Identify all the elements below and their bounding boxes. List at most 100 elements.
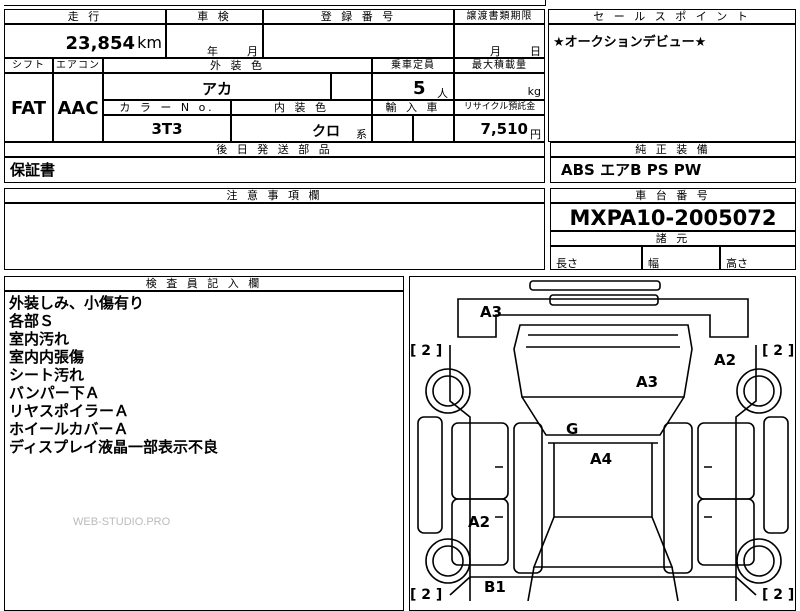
interior-color-suffix: 系	[356, 128, 367, 141]
equipment-cell: ABS エアB PS PW	[550, 157, 796, 183]
shaken-month-unit: 月	[247, 45, 258, 58]
mark-roof: A4	[590, 450, 612, 468]
inspector-line: ディスプレイ液晶一部表示不良	[9, 438, 218, 456]
inspector-line: リヤスポイラーＡ	[9, 402, 130, 420]
color-no-cell: 3T3	[103, 115, 231, 142]
bracket-rear-right: [ 2 ]	[762, 587, 794, 601]
exterior-color-value: アカ	[201, 80, 232, 98]
shaken-label: 車 検	[166, 9, 263, 24]
shift-label: シフト	[4, 58, 53, 73]
rear-glass-outline	[532, 516, 674, 568]
mileage-label: 走 行	[4, 9, 166, 24]
front-grille-bar	[529, 280, 661, 291]
chassis-value: MXPA10-2005072	[569, 206, 777, 230]
caution-box	[4, 203, 545, 270]
right-side-sill	[763, 416, 789, 534]
rear-bumper-outline	[469, 576, 737, 601]
color-no-label: カ ラ ー N o.	[103, 100, 231, 115]
mark-windshield: G	[566, 420, 578, 438]
inspector-line: ホイールカバーＡ	[9, 420, 129, 438]
mark-right-front-fender: A2	[714, 351, 736, 369]
sales-point-label: セ ー ル ス ポ イ ン ト	[548, 9, 796, 24]
sales-point-box: ★オークションデビュー★	[548, 24, 796, 142]
dimension-length-cell: 長さ	[550, 246, 642, 270]
exterior-color-extra	[331, 73, 372, 100]
max-load-label: 最大積載量	[454, 58, 545, 73]
transfer-deadline-label: 譲渡書類期限	[454, 9, 545, 24]
hood-lines	[526, 334, 680, 348]
recycle-value: 7,510	[480, 120, 528, 138]
equipment-value: ABS エアB PS PW	[561, 161, 702, 179]
shift-value: FAT	[10, 98, 47, 119]
left-rear-door	[451, 498, 509, 566]
right-front-door	[697, 422, 755, 500]
interior-color-cell: クロ 系	[231, 115, 372, 142]
top-header-strip: …	[4, 0, 546, 6]
mileage-unit: km	[137, 33, 162, 52]
max-load-unit: kg	[527, 85, 541, 98]
interior-color-label: 内 装 色	[231, 100, 372, 115]
chassis-label: 車 台 番 号	[550, 188, 796, 203]
later-parts-label: 後 日 発 送 部 品	[4, 142, 545, 157]
inspector-line: シート汚れ	[9, 366, 85, 384]
inspector-line: 各部Ｓ	[9, 312, 55, 330]
dimension-height-label: 高さ	[726, 257, 748, 270]
recycle-unit: 円	[530, 128, 541, 141]
left-side-sill	[417, 416, 443, 534]
exterior-color-label: 外 装 色	[103, 58, 372, 73]
front-right-wheel-inner	[743, 375, 775, 407]
interior-color-value: クロ	[312, 124, 340, 140]
sales-point-text: ★オークションデビュー★	[553, 35, 707, 50]
mark-front-bumper: A3	[480, 303, 502, 321]
left-window-strip	[513, 422, 543, 574]
watermark-text: WEB-STUDIO.PRO	[73, 516, 171, 528]
car-diagram-panel: A3 A2 A3 G A4 A2 B1 [ 2 ] [ 2 ] [ 2 ] [ …	[409, 276, 796, 611]
chassis-cell: MXPA10-2005072	[550, 203, 796, 231]
inspector-line: 外装しみ、小傷有り	[9, 294, 145, 312]
dimension-height-cell: 高さ	[720, 246, 796, 270]
dimensions-label: 諸 元	[550, 231, 796, 246]
recycle-label: リサイクル預託金	[454, 100, 545, 115]
car-diagram: A3 A2 A3 G A4 A2 B1 [ 2 ] [ 2 ] [ 2 ] [ …	[410, 280, 794, 601]
inspector-line: バンパー下Ａ	[9, 384, 100, 402]
bracket-front-left: [ 2 ]	[410, 343, 442, 359]
shift-cell: FAT	[4, 73, 53, 142]
mileage-value: 23,854	[65, 33, 135, 54]
inspector-box: 外装しみ、小傷有り 各部Ｓ 室内汚れ 室内内張傷 シート汚れ バンパー下Ａ リヤ…	[4, 291, 404, 611]
recycle-cell: 7,510 円	[454, 115, 545, 142]
bracket-front-right: [ 2 ]	[762, 343, 794, 359]
inspector-line: 室内汚れ	[9, 330, 70, 348]
inspector-line: 室内内張傷	[9, 348, 85, 366]
dimension-width-label: 幅	[648, 257, 659, 270]
front-left-wheel-inner	[432, 375, 464, 407]
transfer-month-unit: 月	[490, 45, 501, 58]
capacity-label: 乗車定員	[372, 58, 454, 73]
import-cell-b	[413, 115, 454, 142]
exterior-color-cell: アカ	[103, 73, 331, 100]
later-parts-value: 保証書	[10, 161, 56, 179]
mark-hood: A3	[636, 373, 658, 391]
tailgate-sides	[527, 566, 679, 601]
aircon-cell: AAC	[53, 73, 103, 142]
max-load-cell: kg	[454, 73, 545, 100]
capacity-cell: 5 人	[372, 73, 454, 100]
import-label: 輸 入 車	[372, 100, 454, 115]
left-front-door	[451, 422, 509, 500]
dimension-width-cell: 幅	[642, 246, 720, 270]
front-plate-outline	[549, 294, 659, 306]
rear-left-wheel-inner	[432, 545, 464, 577]
equipment-label: 純 正 装 備	[550, 142, 796, 157]
mark-left-rear-door: A2	[468, 513, 490, 531]
registration-cell	[263, 24, 454, 58]
mileage-cell: 23,854 km	[4, 24, 166, 58]
transfer-day-unit: 日	[530, 45, 541, 58]
registration-label: 登 録 番 号	[263, 9, 454, 24]
dimension-length-label: 長さ	[556, 257, 578, 270]
capacity-unit: 人	[437, 87, 448, 100]
top-fragment-text: …	[194, 0, 205, 3]
aircon-value: AAC	[57, 98, 99, 119]
bracket-rear-left: [ 2 ]	[410, 587, 442, 601]
windshield-outline	[521, 396, 685, 436]
inspector-notes: 外装しみ、小傷有り 各部Ｓ 室内汚れ 室内内張傷 シート汚れ バンパー下Ａ リヤ…	[9, 294, 218, 456]
right-window-strip	[663, 422, 693, 574]
